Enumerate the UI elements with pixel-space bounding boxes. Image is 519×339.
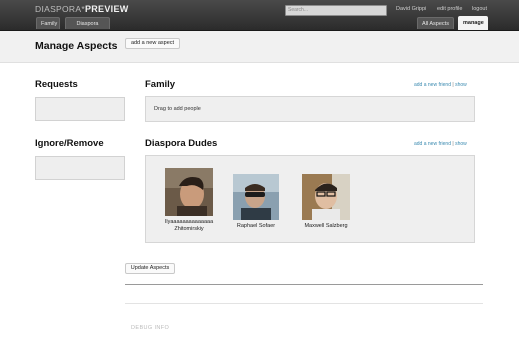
divider xyxy=(125,284,483,285)
tab-all-aspects[interactable]: All Aspects xyxy=(417,17,454,29)
divider xyxy=(125,303,483,304)
link-separator: | xyxy=(452,141,454,147)
aspect-dropzone-diaspora-dudes[interactable]: Ilyaaaaaaaaaaaaaa Zhitomirskiy Raphael S… xyxy=(145,155,475,243)
avatar[interactable] xyxy=(233,174,279,220)
ignore-remove-drop-zone[interactable] xyxy=(35,156,125,180)
user-name-link[interactable]: David Grippi xyxy=(396,6,426,12)
edit-profile-link[interactable]: edit profile xyxy=(437,6,462,12)
tab-manage[interactable]: manage xyxy=(458,16,488,30)
show-link[interactable]: show xyxy=(455,141,467,147)
requests-drop-zone[interactable] xyxy=(35,97,125,121)
person-card[interactable]: Ilyaaaaaaaaaaaaaa Zhitomirskiy xyxy=(164,168,214,233)
search-input[interactable]: Search... xyxy=(285,5,387,16)
person-name: Maxwell Salzberg xyxy=(304,223,348,229)
logo-preview-label: PREVIEW xyxy=(84,4,129,14)
drag-hint: Drag to add people xyxy=(154,106,201,112)
link-separator: | xyxy=(452,82,454,88)
person-name: Zhitomirskiy xyxy=(174,226,204,232)
debug-info-link[interactable]: DEBUG INFO xyxy=(131,325,169,331)
person-card[interactable]: Maxwell Salzberg xyxy=(301,174,351,230)
aspect-links-family: add a new friend | show xyxy=(414,82,467,88)
top-navigation-bar: DIASPORA*PREVIEW Search... David Grippi … xyxy=(0,0,519,39)
diaspora-logo[interactable]: DIASPORA*PREVIEW xyxy=(35,4,129,14)
avatar[interactable] xyxy=(302,174,350,220)
person-name: Ilyaaaaaaaaaaaaaa xyxy=(164,219,214,225)
aspect-title-family: Family xyxy=(145,79,176,90)
avatar[interactable] xyxy=(165,168,213,216)
update-aspects-button[interactable]: Update Aspects xyxy=(125,263,175,274)
person-name: Raphael Sofaer xyxy=(236,223,276,229)
add-friend-link[interactable]: add a new friend xyxy=(414,141,451,147)
add-aspect-button[interactable]: add a new aspect xyxy=(125,38,180,49)
show-link[interactable]: show xyxy=(455,82,467,88)
ignore-remove-heading: Ignore/Remove xyxy=(35,138,104,149)
tab-family[interactable]: Family xyxy=(36,17,60,29)
add-friend-link[interactable]: add a new friend xyxy=(414,82,451,88)
aspect-dropzone-family[interactable]: Drag to add people xyxy=(145,96,475,122)
logout-link[interactable]: logout xyxy=(472,6,487,12)
requests-heading: Requests xyxy=(35,79,78,90)
person-card[interactable]: Raphael Sofaer xyxy=(231,174,281,230)
logo-text: DIASPORA* xyxy=(35,4,85,14)
page-title: Manage Aspects xyxy=(35,40,118,52)
aspect-title-diaspora-dudes: Diaspora Dudes xyxy=(145,138,218,149)
tab-diaspora-dudes[interactable]: Diaspora Dudes xyxy=(65,17,110,39)
aspect-links-diaspora-dudes: add a new friend | show xyxy=(414,141,467,147)
